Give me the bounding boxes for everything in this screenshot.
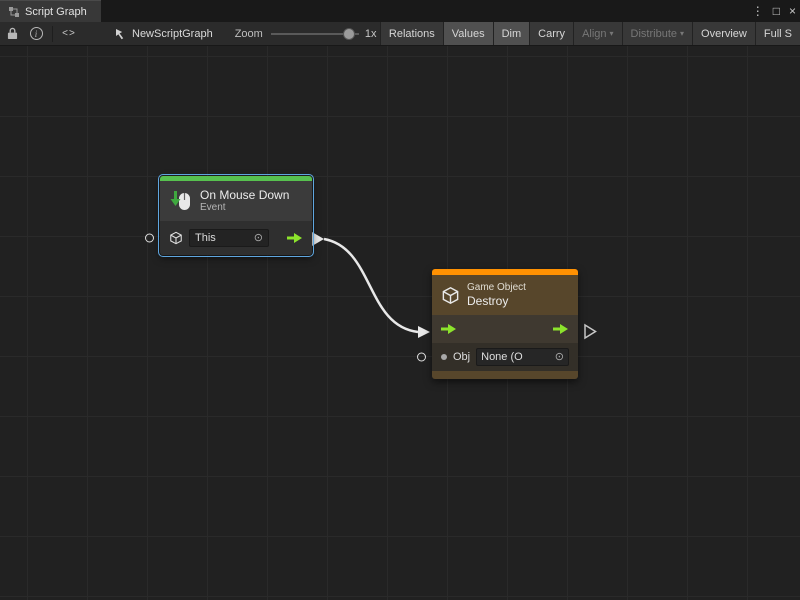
- event-node-titles: On Mouse Down Event: [200, 188, 289, 214]
- node-title: Destroy: [467, 294, 526, 308]
- destroy-node-titles: Game Object Destroy: [467, 282, 526, 308]
- zoom-value: 1x: [365, 28, 377, 40]
- dim-button[interactable]: Dim: [493, 22, 530, 46]
- destroy-flow-row: [432, 315, 578, 343]
- zoom-slider-knob[interactable]: [343, 28, 355, 40]
- graph-toolbar: i <> NewScriptGraph Zoom 1x Relations Va…: [0, 22, 800, 46]
- graph-asset-icon: [115, 28, 127, 40]
- values-button[interactable]: Values: [443, 22, 493, 46]
- wire-layer: [0, 46, 800, 600]
- zoom-label: Zoom: [235, 28, 263, 40]
- info-button[interactable]: i: [24, 22, 48, 46]
- chevron-down-icon: ▾: [610, 29, 614, 38]
- event-node-body: This ⊙: [160, 221, 312, 255]
- param-label: Obj: [453, 351, 470, 363]
- align-button[interactable]: Align ▾: [573, 22, 621, 46]
- object-picker-icon: ⊙: [555, 352, 564, 363]
- menu-icon[interactable]: ⋮: [752, 0, 764, 22]
- node-subtitle: Event: [200, 202, 289, 214]
- node-title: On Mouse Down: [200, 188, 289, 202]
- edit-source-button[interactable]: <>: [57, 22, 81, 46]
- tab-script-graph[interactable]: Script Graph: [0, 0, 101, 22]
- graph-name: NewScriptGraph: [132, 28, 213, 40]
- flow-output-port[interactable]: [553, 324, 569, 334]
- script-graph-icon: [8, 6, 20, 18]
- overview-button[interactable]: Overview: [692, 22, 755, 46]
- flow-input-port[interactable]: [441, 324, 457, 334]
- close-icon[interactable]: ×: [789, 0, 796, 22]
- node-destroy[interactable]: Game Object Destroy Obj None (O ⊙: [432, 269, 578, 379]
- value-dot-icon: [441, 354, 447, 360]
- toolbar-separator: [52, 26, 53, 42]
- info-icon: i: [30, 27, 43, 40]
- obj-value-field[interactable]: None (O ⊙: [476, 348, 569, 366]
- obj-input-port[interactable]: [417, 353, 426, 362]
- lock-icon: [7, 27, 18, 40]
- graph-canvas[interactable]: On Mouse Down Event This ⊙: [0, 46, 800, 600]
- graph-breadcrumb[interactable]: NewScriptGraph: [115, 28, 213, 40]
- target-value-select[interactable]: This ⊙: [189, 229, 269, 247]
- flow-arrowhead-target: [418, 326, 430, 338]
- target-input-port[interactable]: [145, 234, 154, 243]
- chevron-down-icon: ▾: [680, 29, 684, 38]
- event-node-header[interactable]: On Mouse Down Event: [160, 181, 312, 221]
- destroy-param-row: Obj None (O ⊙: [432, 343, 578, 371]
- toolbar-buttons: Relations Values Dim Carry Align ▾ Distr…: [380, 22, 800, 46]
- zoom-slider[interactable]: [271, 27, 359, 41]
- relations-button[interactable]: Relations: [380, 22, 443, 46]
- mouse-down-icon: [169, 189, 193, 213]
- window-controls: ⋮ □ ×: [752, 0, 796, 22]
- carry-button[interactable]: Carry: [529, 22, 573, 46]
- script-graph-window: Script Graph ⋮ □ × i <> NewScriptGraph: [0, 0, 800, 600]
- maximize-icon[interactable]: □: [773, 0, 780, 22]
- target-value: This: [195, 232, 216, 244]
- destroy-node-footer: [432, 371, 578, 379]
- lock-button[interactable]: [0, 22, 24, 46]
- destroy-node-header[interactable]: Game Object Destroy: [432, 275, 578, 315]
- node-on-mouse-down[interactable]: On Mouse Down Event This ⊙: [160, 176, 312, 255]
- object-picker-icon: ⊙: [254, 233, 263, 244]
- distribute-button[interactable]: Distribute ▾: [622, 22, 692, 46]
- code-icon: <>: [62, 28, 76, 39]
- game-object-cube-icon: [441, 286, 460, 305]
- game-object-cube-icon: [169, 231, 183, 245]
- node-category: Game Object: [467, 282, 526, 294]
- flow-output-hint-icon[interactable]: [585, 325, 596, 338]
- tab-bar: Script Graph ⋮ □ ×: [0, 0, 800, 22]
- flow-wire: [324, 239, 418, 332]
- flow-output-port[interactable]: [287, 233, 303, 243]
- flow-arrowhead-source: [312, 232, 324, 246]
- tab-title: Script Graph: [25, 6, 87, 18]
- obj-value: None (O: [481, 351, 523, 363]
- fullscreen-button[interactable]: Full S: [755, 22, 800, 46]
